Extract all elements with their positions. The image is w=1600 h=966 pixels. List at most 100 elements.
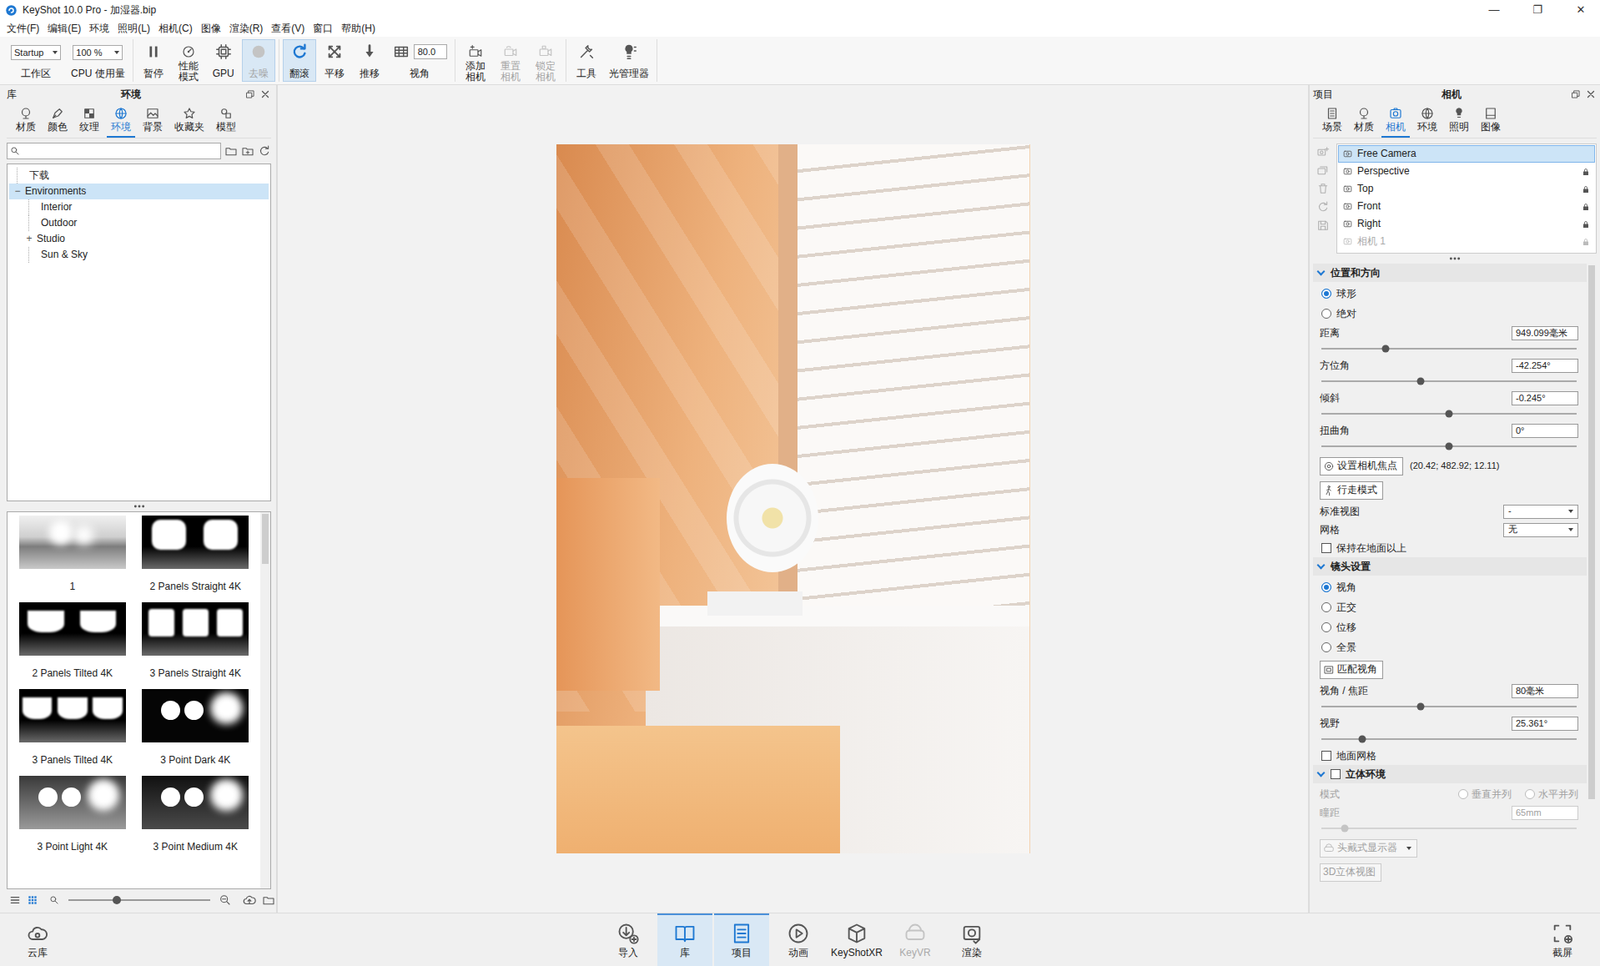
search-input[interactable] xyxy=(20,145,221,157)
checkbox-row[interactable]: 地面网格 xyxy=(1316,746,1582,765)
radio-button[interactable] xyxy=(1321,642,1332,653)
radio-button[interactable] xyxy=(1321,288,1332,299)
slider-track[interactable] xyxy=(1321,380,1577,383)
slider-knob[interactable] xyxy=(1445,410,1454,418)
slider-knob[interactable] xyxy=(1417,377,1425,386)
panel-tab[interactable]: 材质 xyxy=(1349,103,1379,138)
chevron-icon[interactable] xyxy=(1317,266,1326,276)
checkbox[interactable] xyxy=(1321,750,1332,761)
action-button[interactable]: 匹配视角 xyxy=(1319,660,1384,680)
menu-item[interactable]: 渲染(R) xyxy=(225,22,268,35)
add-camera-button[interactable]: 添加相机 xyxy=(458,39,493,82)
panel-tab[interactable]: 纹理 xyxy=(75,103,104,138)
panel-tab[interactable]: 场景 xyxy=(1318,103,1347,138)
section-header[interactable]: 镜头设置 xyxy=(1313,557,1587,576)
field-of-view-input[interactable]: 80.0 xyxy=(413,44,448,60)
panel-tab[interactable]: 图像 xyxy=(1476,103,1505,138)
radio-option[interactable]: 球形 xyxy=(1316,283,1582,304)
section-checkbox[interactable] xyxy=(1330,769,1341,780)
panel-tab[interactable]: 背景 xyxy=(138,103,167,138)
scrollbar[interactable] xyxy=(1586,263,1597,911)
tree-item[interactable]: −Environments xyxy=(9,183,269,200)
chevron-icon[interactable] xyxy=(1317,560,1326,569)
minimize-button[interactable]: — xyxy=(1474,3,1514,17)
screenshot-button[interactable]: 截屏 xyxy=(1534,918,1590,961)
pause-button[interactable]: 暂停 xyxy=(136,39,171,82)
thumbnail-size-slider[interactable] xyxy=(68,899,211,901)
value-input[interactable]: 949.099毫米 xyxy=(1511,326,1579,341)
panel-tab[interactable]: 环境 xyxy=(1413,103,1442,138)
environment-thumbnail[interactable]: 3 Point Dark 4K xyxy=(134,687,258,775)
import-button[interactable]: 导入 xyxy=(600,913,656,966)
slider-track[interactable] xyxy=(1321,445,1577,448)
slider-track[interactable] xyxy=(1321,738,1577,740)
tree-item[interactable]: +Studio xyxy=(9,231,269,247)
panel-tab[interactable]: 环境 xyxy=(106,103,136,138)
environment-thumbnail[interactable]: 3 Panels Straight 4K xyxy=(134,600,258,688)
panel-tab[interactable]: 颜色 xyxy=(43,103,72,138)
panel-tab[interactable]: 相机 xyxy=(1381,103,1410,138)
radio-button[interactable] xyxy=(1321,622,1332,633)
maximize-button[interactable]: ❐ xyxy=(1518,3,1557,17)
render-button[interactable]: 渲染 xyxy=(944,913,1000,966)
close-button[interactable]: ✕ xyxy=(1561,3,1600,17)
radio-option[interactable]: 全景 xyxy=(1316,637,1582,658)
performance-mode-button[interactable]: 性能模式 xyxy=(171,39,206,82)
camera-item[interactable]: Top xyxy=(1338,180,1595,198)
environment-thumbnail[interactable]: 2 Panels Straight 4K xyxy=(134,513,258,601)
panel-tab[interactable]: 收藏夹 xyxy=(170,103,209,138)
tree-item[interactable]: 下载 xyxy=(9,167,269,184)
workspace-dropdown[interactable]: Startup工作区 xyxy=(6,39,66,82)
scrollbar[interactable] xyxy=(260,512,271,889)
menu-item[interactable]: 图像 xyxy=(196,22,226,35)
chevron-icon[interactable] xyxy=(1317,768,1326,777)
environment-thumbnail[interactable]: 3 Panels Tilted 4K xyxy=(10,687,135,775)
environment-thumbnail[interactable]: 3 Point Medium 4K xyxy=(134,774,258,861)
tools-button[interactable]: 工具 xyxy=(569,39,604,82)
slider-knob[interactable] xyxy=(1417,703,1425,711)
slider-track[interactable] xyxy=(1321,347,1577,350)
radio-option[interactable]: 位移 xyxy=(1316,617,1582,638)
radio-option[interactable]: 视角 xyxy=(1316,577,1582,598)
scrollbar-thumb[interactable] xyxy=(1588,265,1595,800)
menu-item[interactable]: 环境 xyxy=(85,22,114,35)
menu-item[interactable]: 查看(V) xyxy=(266,22,309,35)
slider-knob[interactable] xyxy=(112,895,121,905)
search-field[interactable] xyxy=(6,142,222,160)
project-button[interactable]: 项目 xyxy=(714,913,770,966)
field-of-view-tool[interactable]: 80.0视角 xyxy=(387,39,452,82)
panel-tab[interactable]: 模型 xyxy=(211,103,241,138)
environment-thumbnail[interactable]: 3 Point Light 4K xyxy=(10,774,135,861)
action-button[interactable]: 设置相机焦点 xyxy=(1319,457,1404,476)
menu-item[interactable]: 帮助(H) xyxy=(337,22,380,35)
tumble-button[interactable]: 翻滚 xyxy=(282,39,317,82)
panel-tab[interactable]: 照明 xyxy=(1444,103,1474,138)
radio-option[interactable]: 正交 xyxy=(1316,597,1582,618)
workspace-dropdown-select[interactable]: Startup xyxy=(10,45,61,61)
tree-item[interactable]: Outdoor xyxy=(9,215,269,232)
camera-item[interactable]: Right xyxy=(1338,215,1595,233)
camera-item[interactable]: Free Camera xyxy=(1338,145,1595,163)
slider-track[interactable] xyxy=(1321,412,1577,415)
slider-track[interactable] xyxy=(1321,705,1577,708)
light-manager-button[interactable]: 光管理器 xyxy=(604,39,654,82)
keyshotxr-button[interactable]: KeyShotXR xyxy=(827,913,886,966)
slider-knob[interactable] xyxy=(1445,442,1454,451)
animation-button[interactable]: 动画 xyxy=(770,913,826,966)
radio-button[interactable] xyxy=(1321,582,1332,593)
checkbox-row[interactable]: 保持在地面以上 xyxy=(1316,538,1582,558)
menu-item[interactable]: 照明(L) xyxy=(113,22,155,35)
value-input[interactable]: -42.254° xyxy=(1511,358,1579,373)
section-header[interactable]: 立体环境 xyxy=(1313,764,1587,784)
camera-item[interactable]: Front xyxy=(1338,197,1595,216)
library-button[interactable]: 库 xyxy=(657,913,713,966)
radio-button[interactable] xyxy=(1321,602,1332,613)
pan-button[interactable]: 平移 xyxy=(317,39,352,82)
expand-toggle[interactable]: − xyxy=(12,185,23,197)
tree-item[interactable]: Interior xyxy=(9,199,269,216)
menu-item[interactable]: 文件(F) xyxy=(2,22,44,35)
value-input[interactable]: 25.361° xyxy=(1511,716,1579,731)
value-input[interactable]: 0° xyxy=(1511,423,1579,438)
action-button[interactable]: 行走模式 xyxy=(1319,481,1384,500)
render-viewport[interactable] xyxy=(277,85,1309,913)
